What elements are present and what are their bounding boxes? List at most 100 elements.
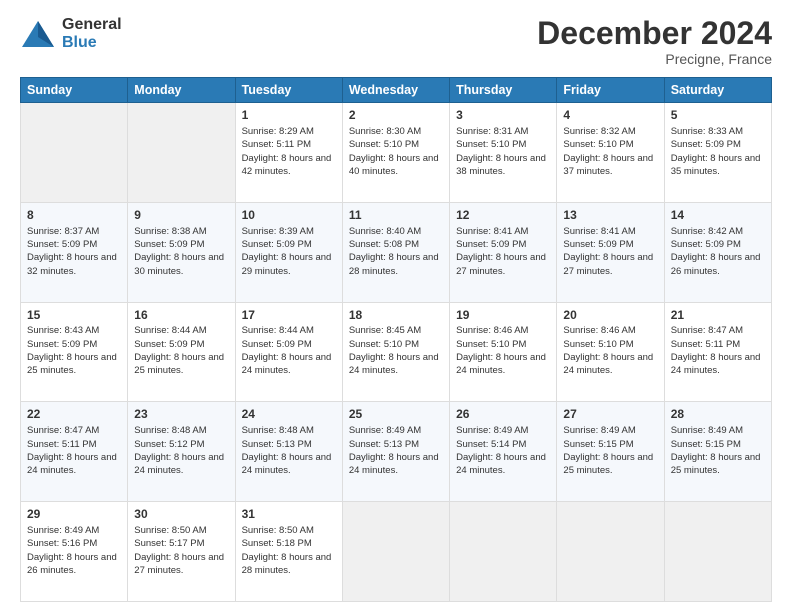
calendar-cell: 22Sunrise: 8:47 AMSunset: 5:11 PMDayligh… — [21, 402, 128, 502]
sunrise: Sunrise: 8:38 AM — [134, 226, 206, 237]
daylight-hours: Daylight: 8 hours and 24 minutes. — [456, 452, 546, 476]
sunset: Sunset: 5:11 PM — [27, 439, 97, 450]
sunrise: Sunrise: 8:47 AM — [671, 325, 743, 336]
sunset: Sunset: 5:10 PM — [563, 139, 633, 150]
daylight-hours: Daylight: 8 hours and 40 minutes. — [349, 153, 439, 177]
daylight-hours: Daylight: 8 hours and 26 minutes. — [27, 552, 117, 576]
day-header: Wednesday — [342, 78, 449, 103]
calendar-cell: 23Sunrise: 8:48 AMSunset: 5:12 PMDayligh… — [128, 402, 235, 502]
sunset: Sunset: 5:09 PM — [671, 139, 741, 150]
day-number: 16 — [134, 307, 228, 324]
calendar-cell: 10Sunrise: 8:39 AMSunset: 5:09 PMDayligh… — [235, 202, 342, 302]
sunset: Sunset: 5:09 PM — [134, 339, 204, 350]
day-number: 26 — [456, 406, 550, 423]
calendar-week: 22Sunrise: 8:47 AMSunset: 5:11 PMDayligh… — [21, 402, 772, 502]
sunrise: Sunrise: 8:44 AM — [134, 325, 206, 336]
logo-blue: Blue — [62, 34, 122, 52]
day-number: 10 — [242, 207, 336, 224]
sunrise: Sunrise: 8:49 AM — [349, 425, 421, 436]
day-header: Monday — [128, 78, 235, 103]
sunset: Sunset: 5:09 PM — [671, 239, 741, 250]
calendar-week: 29Sunrise: 8:49 AMSunset: 5:16 PMDayligh… — [21, 502, 772, 602]
sunset: Sunset: 5:08 PM — [349, 239, 419, 250]
sunrise: Sunrise: 8:46 AM — [456, 325, 528, 336]
sunrise: Sunrise: 8:41 AM — [563, 226, 635, 237]
month-title: December 2024 — [537, 16, 772, 51]
logo-text: General Blue — [62, 16, 122, 51]
day-number: 11 — [349, 207, 443, 224]
calendar-cell: 13 Sunrise: 8:41 AM Sunset: 5:09 PM Dayligh… — [557, 202, 664, 302]
daylight-hours: Daylight: 8 hours and 38 minutes. — [456, 153, 546, 177]
sunset: Sunset: 5:09 PM — [563, 239, 633, 250]
daylight-hours: Daylight: 8 hours and 30 minutes. — [134, 252, 224, 276]
sunset: Sunset: 5:17 PM — [134, 538, 204, 549]
sunset: Sunset: 5:11 PM — [242, 139, 312, 150]
sunset: Sunset: 5:10 PM — [456, 339, 526, 350]
day-number: 31 — [242, 506, 336, 523]
day-number: 17 — [242, 307, 336, 324]
calendar-cell: 19Sunrise: 8:46 AMSunset: 5:10 PMDayligh… — [450, 302, 557, 402]
daylight-hours: Daylight: 8 hours and 27 minutes. — [563, 252, 653, 276]
sunrise: Sunrise: 8:48 AM — [242, 425, 314, 436]
sunrise: Sunrise: 8:50 AM — [242, 525, 314, 536]
sunset: Sunset: 5:11 PM — [671, 339, 741, 350]
calendar-cell: 31 Sunrise: 8:50 AM Sunset: 5:18 PM Dayligh… — [235, 502, 342, 602]
calendar-cell — [342, 502, 449, 602]
day-number: 27 — [563, 406, 657, 423]
calendar: SundayMondayTuesdayWednesdayThursdayFrid… — [20, 77, 772, 602]
calendar-cell: 29Sunrise: 8:49 AMSunset: 5:16 PMDayligh… — [21, 502, 128, 602]
calendar-cell: 28Sunrise: 8:49 AMSunset: 5:15 PMDayligh… — [664, 402, 771, 502]
calendar-cell: 16Sunrise: 8:44 AMSunset: 5:09 PMDayligh… — [128, 302, 235, 402]
sunset: Sunset: 5:09 PM — [242, 239, 312, 250]
sunset: Sunset: 5:09 PM — [134, 239, 204, 250]
daylight-hours: Daylight: 8 hours and 32 minutes. — [27, 252, 117, 276]
day-number: 24 — [242, 406, 336, 423]
sunset: Sunset: 5:10 PM — [349, 339, 419, 350]
day-number: 20 — [563, 307, 657, 324]
daylight-hours: Daylight: 8 hours and 24 minutes. — [456, 352, 546, 376]
day-header: Sunday — [21, 78, 128, 103]
sunrise: Sunrise: 8:49 AM — [563, 425, 635, 436]
sunrise: Sunrise: 8:49 AM — [27, 525, 99, 536]
calendar-cell: 2Sunrise: 8:30 AMSunset: 5:10 PMDaylight… — [342, 103, 449, 203]
daylight-hours: Daylight: 8 hours and 24 minutes. — [563, 352, 653, 376]
daylight-hours: Daylight: 8 hours and 24 minutes. — [349, 352, 439, 376]
day-number: 1 — [242, 107, 336, 124]
daylight-hours: Daylight: 8 hours and 28 minutes. — [242, 552, 332, 576]
calendar-cell: 20Sunrise: 8:46 AM Sunset: 5:10 PM Dayligh… — [557, 302, 664, 402]
calendar-cell: 8Sunrise: 8:37 AMSunset: 5:09 PMDaylight… — [21, 202, 128, 302]
calendar-cell: 30Sunrise: 8:50 AMSunset: 5:17 PMDayligh… — [128, 502, 235, 602]
sunset: Sunset: 5:15 PM — [671, 439, 741, 450]
sunrise: Sunrise: 8:42 AM — [671, 226, 743, 237]
daylight-hours: Daylight: 8 hours and 24 minutes. — [242, 452, 332, 476]
daylight-hours: Daylight: 8 hours and 35 minutes. — [671, 153, 761, 177]
day-number: 13 — [563, 207, 657, 224]
calendar-cell: 25Sunrise: 8:49 AMSunset: 5:13 PMDayligh… — [342, 402, 449, 502]
day-number: 28 — [671, 406, 765, 423]
sunrise: Sunrise: 8:49 AM — [671, 425, 743, 436]
day-number: 18 — [349, 307, 443, 324]
sunrise: Sunrise: 8:30 AM — [349, 126, 421, 137]
sunrise: Sunrise: 8:46 AM — [563, 325, 635, 336]
location: Precigne, France — [537, 51, 772, 67]
day-number: 22 — [27, 406, 121, 423]
logo-icon — [20, 19, 56, 49]
sunrise: Sunrise: 8:31 AM — [456, 126, 528, 137]
day-number: 15 — [27, 307, 121, 324]
day-number: 21 — [671, 307, 765, 324]
day-number: 5 — [671, 107, 765, 124]
day-number: 29 — [27, 506, 121, 523]
sunset: Sunset: 5:18 PM — [242, 538, 312, 549]
day-header: Saturday — [664, 78, 771, 103]
sunrise: Sunrise: 8:45 AM — [349, 325, 421, 336]
sunset: Sunset: 5:09 PM — [27, 239, 97, 250]
day-number: 8 — [27, 207, 121, 224]
daylight-hours: Daylight: 8 hours and 24 minutes. — [134, 452, 224, 476]
daylight-hours: Daylight: 8 hours and 24 minutes. — [242, 352, 332, 376]
sunset: Sunset: 5:10 PM — [563, 339, 633, 350]
daylight-hours: Daylight: 8 hours and 29 minutes. — [242, 252, 332, 276]
calendar-cell — [557, 502, 664, 602]
calendar-cell — [450, 502, 557, 602]
calendar-cell: 11Sunrise: 8:40 AMSunset: 5:08 PMDayligh… — [342, 202, 449, 302]
sunset: Sunset: 5:15 PM — [563, 439, 633, 450]
